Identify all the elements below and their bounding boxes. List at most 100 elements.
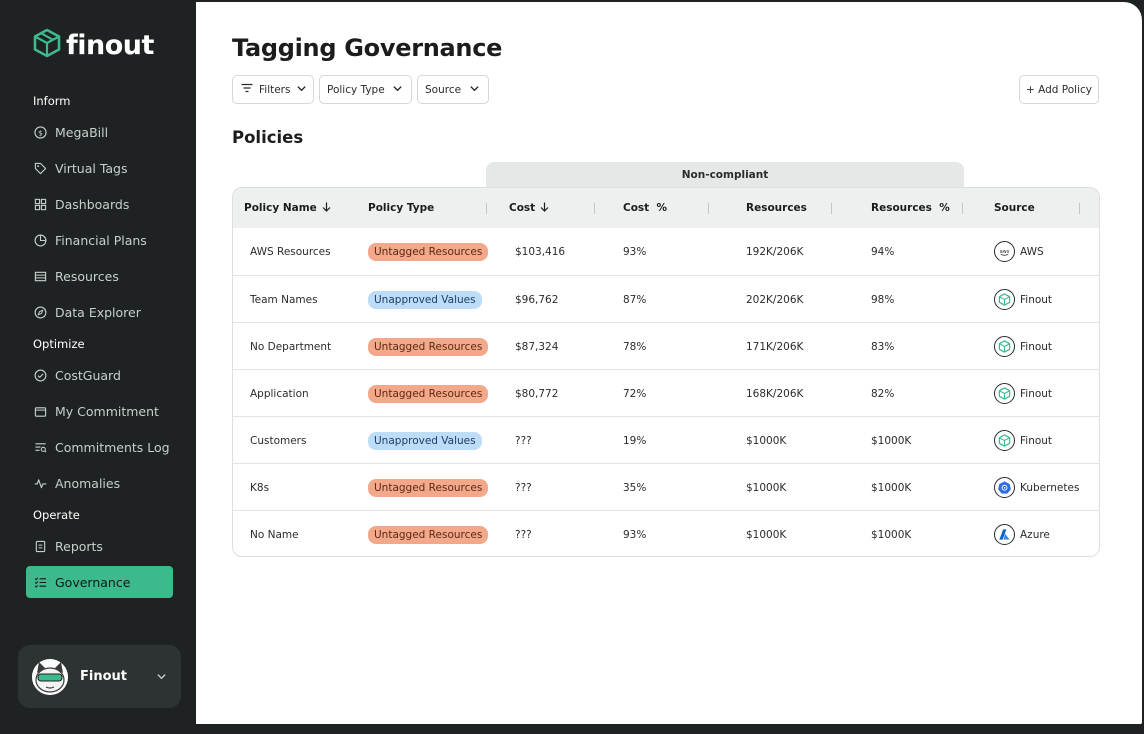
policy-type-badge: Unapproved Values [368,431,482,450]
cell-resources-pct: 82% [871,387,895,400]
user-menu[interactable]: Finout [18,645,181,708]
table-row[interactable]: No Department Untagged Resources $87,324 78… [233,322,1099,370]
cell-cost-pct: 93% [623,245,647,258]
sidebar-item-megabill[interactable]: $ MegaBill [26,116,173,148]
cell-policy-type: Unapproved Values [368,276,482,323]
cell-policy-type: Untagged Resources [368,228,489,275]
cell-policy-name: K8s [250,481,270,494]
list-box-icon [34,270,47,283]
cell-resources-pct: $1000K [871,434,912,447]
column-separator[interactable] [594,203,595,214]
cell-source: Finout [994,276,1052,323]
column-separator[interactable] [486,203,487,214]
sidebar-item-label: CostGuard [55,367,121,383]
table-row[interactable]: K8s Untagged Resources??? 35% $1000K $1000K K… [233,463,1099,510]
sidebar-item-data-explorer[interactable]: Data Explorer [26,296,173,328]
source-name: Finout [1020,293,1053,306]
checklist-icon [34,576,47,589]
user-name: Finout [80,669,127,684]
cell-source: aws AWS [994,228,1044,275]
policy-type-badge: Unapproved Values [368,290,482,309]
policies-table: Policy Name Policy Type Cost Cost % Reso… [232,187,1100,557]
sidebar-item-reports[interactable]: Reports [26,530,173,562]
cell-resources: $1000K [746,528,787,541]
cell-cost: $80,772 [515,387,559,400]
pie-chart-icon [34,234,47,247]
source-label: Source [425,83,462,96]
cell-cost-pct: 93% [623,528,647,541]
non-compliant-group-header: Non-compliant [486,162,964,188]
column-header-policy-type[interactable]: Policy Type [368,188,434,228]
sidebar-item-anomalies[interactable]: Anomalies [26,467,173,499]
finout-icon [994,430,1015,451]
app-window: finout Inform $ MegaBill Virtual Tags Da… [0,0,1144,734]
filters-dropdown[interactable]: Filters [232,75,314,104]
chevron-down-icon [296,83,307,97]
cell-policy-name: No Name [250,528,299,541]
cell-cost: $96,762 [515,293,559,306]
source-name: Finout [1020,387,1053,400]
log-icon [34,441,47,454]
section-label-optimize: Optimize [33,337,85,351]
cell-resources-pct: 98% [871,293,895,306]
sidebar-item-label: Virtual Tags [55,160,128,176]
sort-down-icon [322,202,331,215]
policy-type-badge: Untagged Resources [368,337,489,356]
column-header-cost[interactable]: Cost [509,188,549,228]
source-name: Kubernetes [1020,481,1080,494]
source-dropdown[interactable]: Source [417,75,489,104]
table-row[interactable]: Application Untagged Resources $80,772 72% 1… [233,369,1099,416]
cell-resources: 192K/206K [746,245,804,258]
column-separator[interactable] [708,203,709,214]
section-title: Policies [232,128,304,147]
policy-type-dropdown[interactable]: Policy Type [319,75,412,104]
cell-resources: 202K/206K [746,293,804,306]
main-content: Tagging Governance Filters Policy Type S… [196,2,1142,724]
column-separator[interactable] [831,203,832,214]
column-header-cost-pct[interactable]: Cost % [623,188,667,228]
table-row[interactable]: No Name Untagged Resources??? 93% $1000K $10… [233,510,1099,556]
policy-type-badge: Untagged Resources [368,384,489,403]
sidebar-item-my-commitment[interactable]: My Commitment [26,395,173,427]
add-policy-button[interactable]: + Add Policy [1019,75,1099,104]
column-header-source[interactable]: Source [994,188,1035,228]
grid-icon [34,198,47,211]
table-row[interactable]: Team Names Unapproved Values $96,762 87% 202… [233,275,1099,323]
cell-resources: 171K/206K [746,340,804,353]
kubernetes-icon [994,477,1015,498]
sidebar-item-commitments-log[interactable]: Commitments Log [26,431,173,463]
sidebar-item-virtual-tags[interactable]: Virtual Tags [26,152,173,184]
finout-logo[interactable]: finout [32,28,154,62]
cell-cost: ??? [515,434,532,447]
sidebar-item-costguard[interactable]: CostGuard [26,359,173,391]
column-header-resources-pct[interactable]: Resources % [871,188,950,228]
table-row[interactable]: Customers Unapproved Values??? 19% $1000K $1… [233,416,1099,464]
cell-source: Finout [994,323,1052,370]
dollar-circle-icon: $ [34,125,47,139]
finout-logo-icon [32,28,62,62]
table-header: Policy Name Policy Type Cost Cost % Reso… [233,188,1099,228]
finout-icon [994,336,1015,357]
sidebar-item-dashboards[interactable]: Dashboards [26,188,173,220]
tag-icon [34,162,47,175]
document-icon [34,540,47,553]
column-separator[interactable] [962,203,963,214]
sidebar-item-governance[interactable]: Governance [26,566,173,598]
cell-resources-pct: 94% [871,245,895,258]
policy-type-label: Policy Type [327,83,385,96]
column-header-policy-name[interactable]: Policy Name [244,188,331,228]
column-header-resources[interactable]: Resources [746,188,807,228]
cell-policy-name: AWS Resources [250,245,331,258]
sidebar-item-label: Dashboards [55,196,130,212]
column-separator[interactable] [1079,203,1080,214]
cell-policy-name: Customers [250,434,307,447]
sidebar-item-resources[interactable]: Resources [26,260,173,292]
table-row[interactable]: AWS Resources Untagged Resources $103,416 9… [233,228,1099,275]
finout-icon [994,383,1015,404]
chevron-down-icon [469,83,480,97]
sidebar-item-financial-plans[interactable]: Financial Plans [26,224,173,256]
cell-resources: 168K/206K [746,387,804,400]
cell-source: Finout [994,417,1052,464]
filters-label: Filters [259,83,291,96]
filter-icon [241,83,253,96]
